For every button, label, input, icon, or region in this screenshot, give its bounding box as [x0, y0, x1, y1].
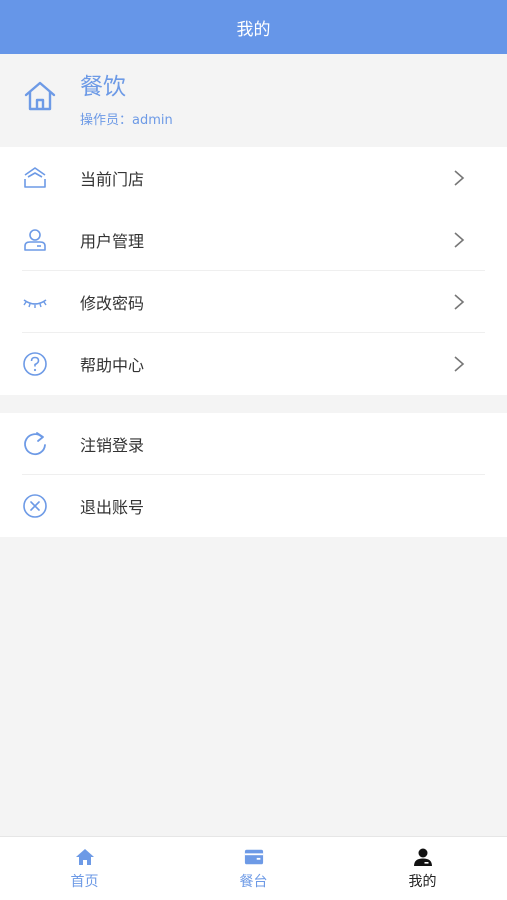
chevron-right-icon [452, 355, 466, 373]
menu-item-label: 帮助中心 [80, 356, 145, 375]
menu-item-user-management[interactable]: 用户管理 [0, 209, 507, 271]
menu-item-exit-account[interactable]: 退出账号 [0, 475, 507, 537]
tab-label: 首页 [70, 873, 99, 890]
shop-icon [21, 164, 49, 192]
home-icon [24, 81, 56, 110]
help-icon [21, 350, 49, 378]
user-icon [21, 226, 49, 254]
person-icon [413, 847, 433, 867]
menu-item-logout[interactable]: 注销登录 [0, 413, 507, 475]
menu-group-account: 注销登录 退出账号 [0, 413, 507, 537]
tab-home[interactable]: 首页 [0, 837, 169, 900]
menu-item-label: 当前门店 [80, 170, 145, 189]
tab-label: 餐台 [239, 873, 268, 890]
tab-tables[interactable]: 餐台 [169, 837, 338, 900]
menu-item-label: 注销登录 [80, 436, 145, 455]
menu-item-change-password[interactable]: 修改密码 [0, 271, 507, 333]
menu-item-label: 用户管理 [80, 232, 145, 251]
chevron-right-icon [452, 293, 466, 311]
close-circle-icon [21, 492, 49, 520]
group-gap [0, 395, 507, 413]
profile-header: 餐饮 操作员：admin [0, 54, 507, 147]
home-icon [75, 847, 95, 867]
app-root: 我的 餐饮 操作员：admin 当前门店 用户管理 修改密码 帮助中心 注销登录… [0, 0, 507, 900]
bottom-tab-bar: 首页 餐台 我的 [0, 836, 507, 900]
tab-label: 我的 [408, 873, 437, 890]
page-title: 我的 [236, 19, 271, 40]
table-icon [244, 847, 264, 867]
top-bar: 我的 [0, 0, 507, 54]
profile-name: 餐饮 [80, 74, 126, 100]
chevron-right-icon [452, 169, 466, 187]
menu-item-current-store[interactable]: 当前门店 [0, 147, 507, 209]
tab-mine[interactable]: 我的 [338, 837, 507, 900]
operator-label: 操作员：admin [80, 113, 173, 128]
chevron-right-icon [452, 231, 466, 249]
menu-group-settings: 当前门店 用户管理 修改密码 帮助中心 [0, 147, 507, 395]
eye-closed-icon [21, 288, 49, 316]
profile-text: 餐饮 操作员：admin [80, 73, 173, 128]
menu-item-help-center[interactable]: 帮助中心 [0, 333, 507, 395]
refresh-icon [21, 430, 49, 458]
menu-item-label: 退出账号 [80, 498, 145, 517]
menu-item-label: 修改密码 [80, 294, 145, 313]
